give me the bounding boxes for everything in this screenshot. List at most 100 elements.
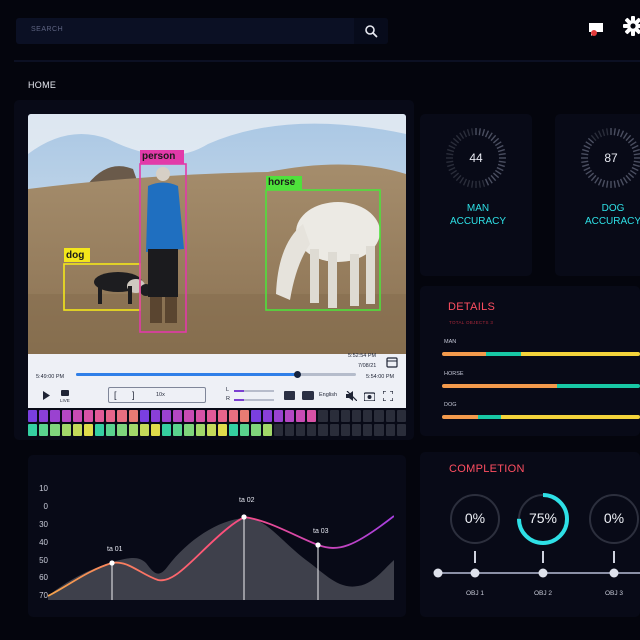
timeline-node-obj2[interactable] (538, 568, 548, 578)
audio-left-slider[interactable] (234, 390, 274, 392)
activity-line-chart[interactable] (48, 500, 394, 600)
timeline-segment[interactable] (217, 410, 228, 422)
timeline-segment[interactable] (206, 424, 216, 436)
timeline-segment[interactable] (385, 424, 395, 436)
timeline-segment[interactable] (251, 424, 261, 436)
timeline-segment[interactable] (128, 410, 138, 422)
timeline-node-obj1[interactable] (470, 568, 480, 578)
timeline-segment[interactable] (385, 410, 395, 422)
data-point-3[interactable] (315, 542, 321, 548)
timeline-segment[interactable] (106, 410, 116, 422)
timeline-segment[interactable] (117, 424, 127, 436)
timeline-segment[interactable] (83, 410, 94, 422)
timeline-segment[interactable] (307, 424, 317, 436)
timeline-color-bars-top[interactable] (28, 410, 406, 422)
timeline-segment[interactable] (217, 424, 228, 436)
camera-icon[interactable] (364, 391, 375, 401)
timeline-segment[interactable] (363, 410, 373, 422)
timeline-segment[interactable] (273, 410, 283, 422)
timeline-segment[interactable] (329, 410, 339, 422)
timeline-segment[interactable] (363, 424, 373, 436)
timeline-segment[interactable] (39, 424, 49, 436)
timeline-segment[interactable] (95, 424, 105, 436)
timeline-segment[interactable] (128, 424, 138, 436)
timeline-segment[interactable] (229, 424, 239, 436)
timeline-segment[interactable] (195, 424, 205, 436)
timeline-segment[interactable] (262, 424, 272, 436)
timeline-segment[interactable] (173, 410, 183, 422)
fullscreen-icon[interactable] (383, 391, 393, 401)
timeline-segment[interactable] (340, 410, 350, 422)
timeline-segment[interactable] (162, 410, 172, 422)
timeline-segment[interactable] (351, 410, 362, 422)
search-button[interactable] (354, 18, 388, 44)
detail-bar-horse[interactable] (442, 384, 640, 388)
video-frame[interactable]: dog person horse (28, 114, 406, 354)
timeline-segment[interactable] (184, 410, 194, 422)
live-icon[interactable] (60, 389, 70, 397)
timeline-segment[interactable] (329, 424, 339, 436)
timeline-segment[interactable] (83, 424, 94, 436)
timeline-node-start[interactable] (433, 568, 443, 578)
timeline-segment[interactable] (296, 410, 306, 422)
timeline-segment[interactable] (28, 424, 38, 436)
timeline-segment[interactable] (50, 410, 60, 422)
timeline-segment[interactable] (95, 410, 105, 422)
timeline-segment[interactable] (139, 424, 149, 436)
timeline-segment[interactable] (39, 410, 49, 422)
timeline-segment[interactable] (396, 410, 406, 422)
timeline-segment[interactable] (139, 410, 149, 422)
notification-chat-icon[interactable] (586, 19, 606, 39)
timeline-segment[interactable] (340, 424, 350, 436)
settings-gear-icon[interactable] (622, 15, 640, 37)
audio-right-slider[interactable] (234, 399, 274, 401)
timeline-segment[interactable] (240, 410, 250, 422)
timeline-segment[interactable] (28, 410, 38, 422)
timeline-segment[interactable] (374, 410, 384, 422)
snapshot-list-icon[interactable] (284, 391, 295, 400)
mute-icon[interactable] (346, 391, 357, 401)
detail-bar-man[interactable] (442, 352, 640, 356)
completion-timeline[interactable] (430, 545, 640, 585)
search-input[interactable]: SEARCH (31, 26, 63, 33)
playback-speed[interactable]: 10x (156, 392, 165, 398)
timeline-segment[interactable] (351, 424, 362, 436)
timeline-segment[interactable] (251, 410, 261, 422)
closed-caption-icon[interactable] (302, 391, 314, 400)
timeline-segment[interactable] (61, 424, 71, 436)
timeline-segment[interactable] (117, 410, 127, 422)
calendar-icon[interactable] (386, 356, 398, 368)
timeline-segment[interactable] (106, 424, 116, 436)
timeline-segment[interactable] (195, 410, 205, 422)
seek-handle[interactable] (294, 371, 302, 378)
data-point-1[interactable] (109, 560, 115, 566)
timeline-segment[interactable] (184, 424, 194, 436)
clip-start-button[interactable]: [ (114, 390, 117, 400)
timeline-segment[interactable] (72, 424, 82, 436)
clip-end-button[interactable]: ] (132, 390, 135, 400)
play-icon[interactable] (42, 391, 50, 400)
timeline-segment[interactable] (162, 424, 172, 436)
timeline-segment[interactable] (262, 410, 272, 422)
timeline-segment[interactable] (229, 410, 239, 422)
breadcrumb[interactable]: HOME (28, 80, 56, 90)
timeline-segment[interactable] (61, 410, 71, 422)
timeline-segment[interactable] (374, 424, 384, 436)
data-point-2[interactable] (241, 514, 247, 520)
timeline-segment[interactable] (240, 424, 250, 436)
timeline-segment[interactable] (173, 424, 183, 436)
timeline-segment[interactable] (284, 424, 295, 436)
timeline-segment[interactable] (50, 424, 60, 436)
timeline-segment[interactable] (318, 410, 328, 422)
language-select[interactable]: English (319, 392, 337, 398)
timeline-node-obj3[interactable] (609, 568, 619, 578)
timeline-segment[interactable] (396, 424, 406, 436)
seek-bar[interactable] (76, 371, 356, 378)
timeline-segment[interactable] (150, 410, 161, 422)
timeline-segment[interactable] (296, 424, 306, 436)
timeline-segment[interactable] (284, 410, 295, 422)
timeline-segment[interactable] (307, 410, 317, 422)
timeline-color-bars-bottom[interactable] (28, 424, 406, 436)
timeline-segment[interactable] (318, 424, 328, 436)
detail-bar-dog[interactable] (442, 415, 640, 419)
